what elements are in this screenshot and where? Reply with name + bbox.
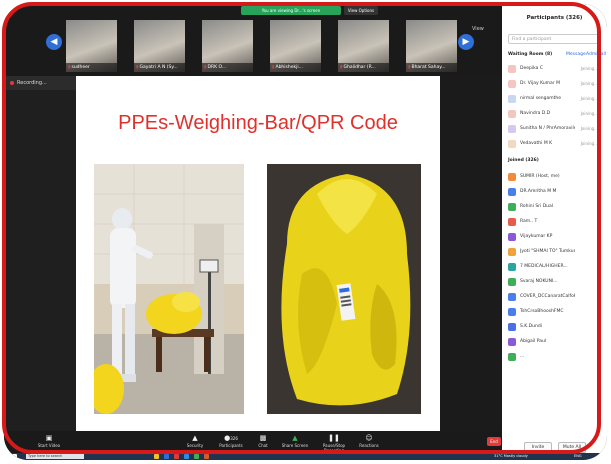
share-icon: ▲	[292, 434, 298, 442]
chat-icon: ▩	[259, 434, 267, 442]
yellow-bag-qr-photo	[267, 164, 421, 414]
joined-participant[interactable]: Svaraj NOKUNI... ▮	[508, 277, 602, 287]
video-icon: ▣	[45, 434, 53, 442]
joined-participant[interactable]: SUMIR (Host, me) ▮	[508, 172, 602, 182]
end-meeting-button[interactable]: End	[487, 437, 501, 446]
waiting-participant[interactable]: Deepika C Joining...	[508, 64, 602, 74]
edge-icon[interactable]	[164, 454, 169, 459]
waiting-room-label: Waiting Room (8)	[508, 52, 553, 57]
message-waiting-button[interactable]: Message	[566, 52, 586, 57]
mic-muted-icon: ▮	[597, 234, 600, 240]
mic-muted-icon: ▮	[597, 174, 600, 180]
mic-muted-icon: ▮	[597, 324, 600, 330]
participant-thumbnail[interactable]: ▮sudheer	[66, 20, 117, 72]
participants-panel: Participants (326) Find a participant Wa…	[502, 4, 607, 460]
security-button[interactable]: ▲ Security	[180, 434, 210, 448]
powerpoint-icon[interactable]	[204, 454, 209, 459]
language-indicator[interactable]: ENG	[574, 453, 582, 460]
view-options-button[interactable]: View Options	[344, 6, 378, 15]
zoom-app-icon[interactable]	[184, 454, 189, 459]
invite-button[interactable]: Invite	[524, 442, 552, 453]
joined-participant[interactable]: Ram.. T ▮	[508, 217, 602, 227]
smile-icon: ☺	[365, 434, 373, 442]
mic-muted-icon: ▮	[597, 249, 600, 255]
mic-muted-icon: ▮	[597, 279, 600, 285]
next-page-icon[interactable]: ▶	[458, 34, 474, 50]
waiting-participant[interactable]: Dr. Vijay Kumar M Joining...	[508, 79, 602, 89]
joined-participant[interactable]: TshCrsoBhooshFMC ▮	[508, 307, 602, 317]
participant-thumbnail[interactable]: ▮Bharat Sahay...	[406, 20, 457, 72]
mic-muted-icon: ▮	[597, 339, 600, 345]
shield-icon: ▲	[192, 434, 198, 442]
participant-thumbnail[interactable]: ▮Ghalidhar (R...	[338, 20, 389, 72]
reactions-button[interactable]: ☺ Reactions	[354, 434, 384, 448]
taskbar-search-input[interactable]: Type here to search	[26, 454, 84, 459]
joined-participant[interactable]: ... ▮	[508, 352, 602, 362]
prev-page-icon[interactable]: ◀	[46, 34, 62, 50]
windows-taskbar: Type here to search 31°C Mostly cloudy E…	[4, 453, 607, 460]
share-screen-button[interactable]: ▲ Share Screen	[280, 434, 310, 448]
mic-muted-icon: ▮	[597, 189, 600, 195]
joined-participant[interactable]: Abigail Paul ▮	[508, 337, 602, 347]
joined-participant[interactable]: Vijaykumar KP ▮	[508, 232, 602, 242]
left-gutter	[4, 90, 76, 431]
zoom-window: ◀ ▮sudheer ▮Gayatri A N (Sy... ▮DRK O...…	[4, 4, 607, 460]
file-explorer-icon[interactable]	[154, 454, 159, 459]
start-video-button[interactable]: ▣ Start Video	[34, 434, 64, 448]
participant-thumbnail[interactable]: ▮Gayatri A N (Sy...	[134, 20, 185, 72]
joined-participant[interactable]: DR.Amritha M M ▮	[508, 187, 602, 197]
view-button[interactable]: View	[472, 26, 484, 32]
panel-title: Participants (326)	[526, 15, 583, 21]
waiting-participant[interactable]: Vedavathi M K Joining...	[508, 139, 602, 149]
recording-indicator[interactable]: Recording...	[4, 76, 76, 90]
waiting-participant[interactable]: nirmal sengamthe Joining...	[508, 94, 602, 104]
waiting-participant[interactable]: Sunitha N / PhrAmoravile Joining...	[508, 124, 602, 134]
waiting-participant[interactable]: Navindra D.D Joining...	[508, 109, 602, 119]
joined-participant[interactable]: S.K.Dundi ▮	[508, 322, 602, 332]
record-icon: ❚❚	[328, 434, 340, 442]
joined-participant[interactable]: 7 MEDICAL/HIGHER... ▮	[508, 262, 602, 272]
weather-widget[interactable]: 31°C Mostly cloudy	[494, 453, 528, 460]
mic-muted-icon: ▮	[597, 204, 600, 210]
meeting-toolbar: ▣ Start Video ▲ Security ●326 Participants …	[4, 431, 502, 453]
windows-start-icon[interactable]	[12, 454, 17, 459]
joined-participant[interactable]: COVER_DCCanaratCalfoK...▮	[508, 292, 602, 302]
recording-control-button[interactable]: ❚❚ Pause/Stop Recording	[314, 434, 354, 453]
mic-muted-icon: ▮	[597, 264, 600, 270]
app-icon[interactable]	[194, 454, 199, 459]
video-thumbnail-strip: ◀ ▮sudheer ▮Gayatri A N (Sy... ▮DRK O...…	[4, 4, 502, 76]
joined-participant[interactable]: Rohini Sri Dual ▮	[508, 202, 602, 212]
participant-search-input[interactable]: Find a participant	[508, 34, 600, 44]
shared-slide: PPEs-Weighing-Bar/QPR Code	[76, 76, 440, 431]
chat-button[interactable]: ▩ Chat	[248, 434, 278, 448]
people-icon: ●326	[224, 434, 238, 442]
participant-thumbnail[interactable]: ▮Abhishekji...	[270, 20, 321, 72]
mic-muted-icon: ▮	[597, 219, 600, 225]
joined-participant[interactable]: Jyoti "SHMAI TO" Tumkur... ▮	[508, 247, 602, 257]
screen-share-status: You are viewing Dr...'s screen	[241, 6, 341, 15]
recording-dot-icon	[10, 80, 14, 85]
ppe-worker-photo	[94, 164, 244, 414]
mute-all-button[interactable]: Mute All	[558, 442, 586, 453]
mic-muted-icon: ▮	[597, 294, 600, 300]
participant-thumbnail[interactable]: ▮DRK O...	[202, 20, 253, 72]
mic-muted-icon: ▮	[597, 309, 600, 315]
joined-label: Joined (326)	[508, 158, 539, 163]
admit-all-button[interactable]: Admit all	[586, 52, 606, 57]
slide-title: PPEs-Weighing-Bar/QPR Code	[118, 112, 398, 134]
participants-button[interactable]: ●326 Participants	[216, 434, 246, 448]
mic-muted-icon: ▮	[597, 354, 600, 360]
chrome-icon[interactable]	[174, 454, 179, 459]
